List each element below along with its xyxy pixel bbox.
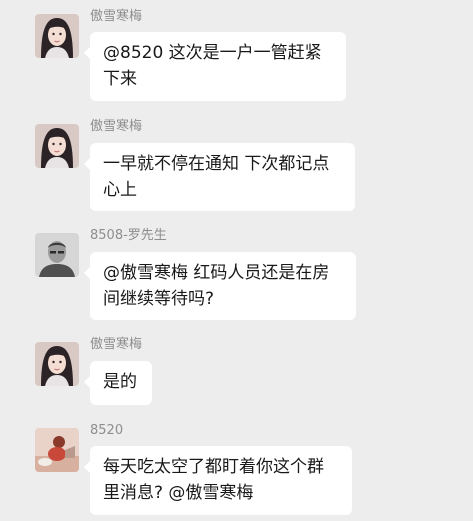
message-text: 间继续等待吗?	[103, 289, 215, 309]
message-text: 每天吃太空了都盯着你这个群	[103, 457, 324, 477]
message-text: 里消息? @傲雪寒梅	[103, 483, 254, 503]
girl-avatar-icon[interactable]	[35, 124, 79, 168]
message-bubble[interactable]: 每天吃太空了都盯着你这个群 里消息? @傲雪寒梅	[84, 446, 352, 515]
message-text: @傲雪寒梅 红码人员还是在房	[103, 263, 330, 283]
sender-name: 傲雪寒梅	[90, 119, 143, 134]
sender-name: 傲雪寒梅	[90, 9, 143, 24]
message-text: @8520 这次是一户一管赶紧	[103, 43, 322, 63]
photo-avatar-icon[interactable]	[35, 428, 79, 472]
message-text: 心上	[103, 180, 137, 200]
girl-avatar-icon[interactable]	[35, 14, 79, 58]
man-avatar-icon[interactable]	[35, 233, 79, 277]
message-bubble[interactable]: 是的	[84, 361, 152, 405]
sender-name: 8508-罗先生	[90, 228, 167, 243]
sender-name: 傲雪寒梅	[90, 337, 143, 352]
message-bubble[interactable]: 一早就不停在通知 下次都记点 心上	[84, 143, 355, 211]
message-text: 是的	[103, 372, 137, 392]
girl-avatar-icon[interactable]	[35, 342, 79, 386]
message-bubble[interactable]: @傲雪寒梅 红码人员还是在房 间继续等待吗?	[84, 252, 356, 320]
message-text: 一早就不停在通知 下次都记点	[103, 154, 330, 174]
sender-name: 8520	[90, 423, 124, 438]
message-bubble[interactable]: @8520 这次是一户一管赶紧 下来	[84, 32, 346, 101]
message-text: 下来	[103, 69, 137, 89]
